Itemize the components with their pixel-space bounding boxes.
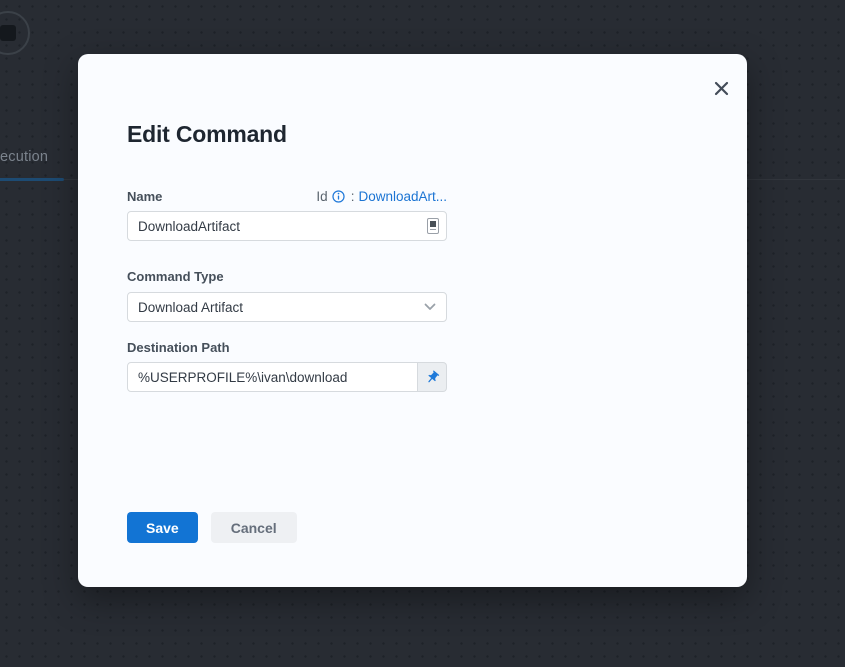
close-icon xyxy=(714,81,729,96)
stop-icon xyxy=(0,25,16,41)
command-id-group: Id : DownloadArt... xyxy=(316,189,447,204)
command-id-link[interactable]: DownloadArt... xyxy=(358,189,447,204)
command-type-select[interactable]: Download Artifact xyxy=(127,292,447,322)
command-type-value: Download Artifact xyxy=(138,300,243,315)
modal-footer: Save Cancel xyxy=(127,512,447,543)
edit-command-modal: Edit Command Name Id : DownloadArt... xyxy=(78,54,747,587)
id-separator: : xyxy=(351,189,355,204)
pin-button[interactable] xyxy=(418,362,447,392)
chevron-down-icon xyxy=(424,303,436,311)
destination-path-label: Destination Path xyxy=(127,340,447,355)
name-input[interactable] xyxy=(127,211,447,241)
pin-icon xyxy=(421,366,442,387)
command-type-label: Command Type xyxy=(127,269,447,284)
close-button[interactable] xyxy=(711,78,731,98)
autofill-badge-icon[interactable] xyxy=(427,218,439,234)
name-label: Name xyxy=(127,189,162,204)
edit-command-form: Name Id : DownloadArt... xyxy=(127,189,447,543)
tab-execution[interactable]: ecution xyxy=(0,149,48,165)
stop-button[interactable] xyxy=(0,11,30,55)
info-icon[interactable] xyxy=(332,190,345,203)
destination-path-group xyxy=(127,362,447,392)
page-title: Edit Command xyxy=(127,120,698,148)
name-field-header: Name Id : DownloadArt... xyxy=(127,189,447,204)
destination-path-input[interactable] xyxy=(127,362,418,392)
cancel-button[interactable]: Cancel xyxy=(211,512,297,543)
id-label: Id xyxy=(316,189,327,204)
save-button[interactable]: Save xyxy=(127,512,198,543)
active-tab-underline xyxy=(0,178,64,181)
name-input-wrap xyxy=(127,211,447,241)
